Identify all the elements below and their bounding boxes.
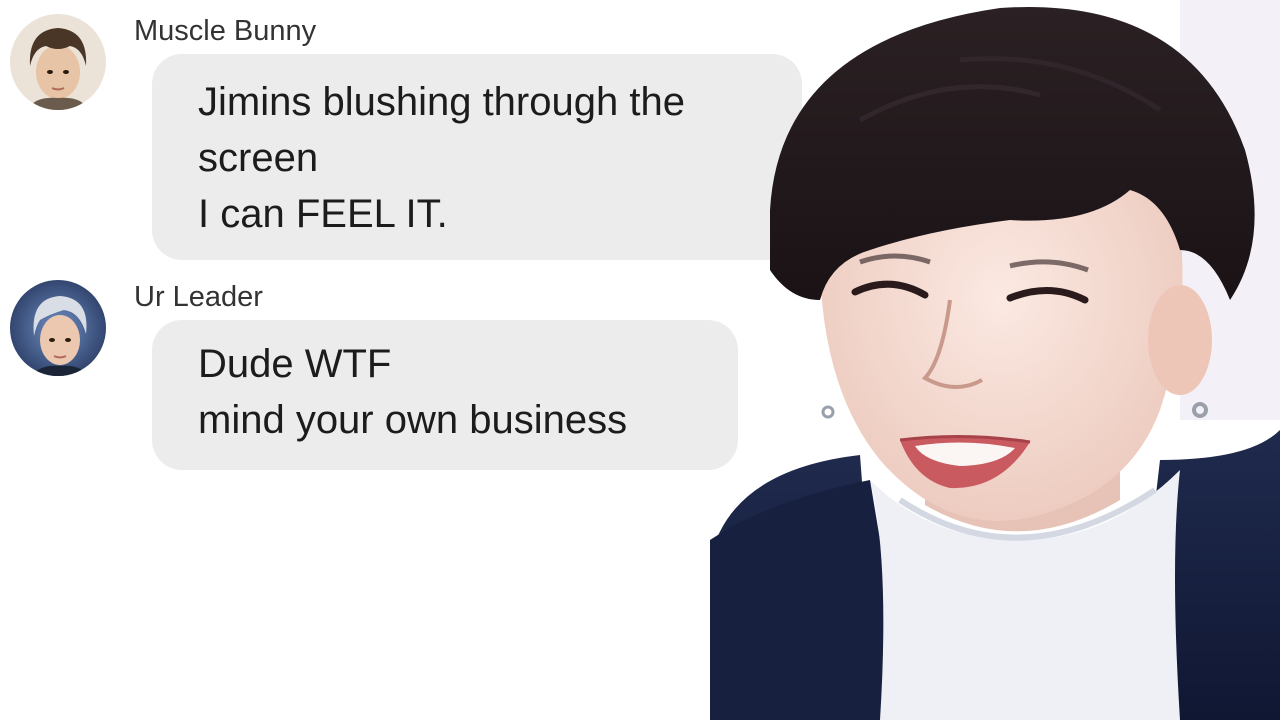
message-text-line: I can FEEL IT. bbox=[198, 192, 448, 236]
message-text-line: Jimins blushing through the bbox=[198, 80, 685, 124]
message-text-line: Dude WTF bbox=[198, 342, 392, 386]
sender-name: Muscle Bunny bbox=[134, 15, 317, 47]
sender-avatar[interactable] bbox=[10, 14, 106, 110]
message-text-line: mind your own business bbox=[198, 398, 628, 442]
sender-name: Ur Leader bbox=[134, 281, 263, 313]
sender-avatar[interactable] bbox=[10, 280, 106, 376]
message-text-line: screen bbox=[198, 136, 319, 180]
screenshot-stage: Muscle Bunny Jimins blushing through the… bbox=[0, 0, 1280, 720]
user-avatar-icon bbox=[10, 14, 106, 110]
smiling-person-image bbox=[710, 0, 1280, 720]
message-bubble[interactable]: Jimins blushing through the screen I can… bbox=[152, 54, 802, 260]
reaction-photo bbox=[710, 0, 1280, 720]
message-bubble[interactable]: Dude WTF mind your own business bbox=[152, 320, 738, 470]
user-avatar-icon bbox=[10, 280, 106, 376]
